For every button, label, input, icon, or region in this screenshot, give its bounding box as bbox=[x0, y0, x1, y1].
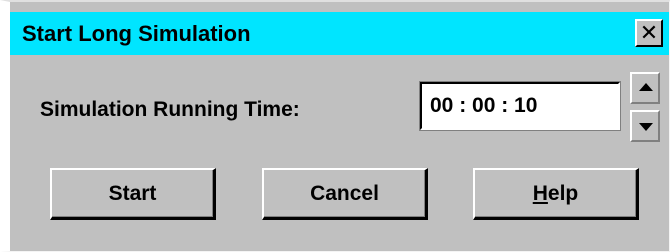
window-title: Start Long Simulation bbox=[22, 21, 251, 46]
close-icon: ✕ bbox=[639, 20, 659, 45]
spin-down-button[interactable] bbox=[630, 110, 660, 142]
help-label-rest: elp bbox=[547, 181, 579, 205]
help-mnemonic: H bbox=[532, 181, 548, 205]
running-time-label: Simulation Running Time: bbox=[40, 98, 300, 121]
title-bar[interactable]: Start Long Simulation ✕ bbox=[10, 12, 669, 55]
close-button[interactable]: ✕ bbox=[635, 19, 663, 47]
help-button[interactable]: Help bbox=[473, 168, 639, 220]
spin-up-button[interactable] bbox=[630, 72, 660, 104]
running-time-input[interactable] bbox=[419, 81, 621, 131]
cancel-button[interactable]: Cancel bbox=[262, 168, 428, 220]
arrow-up-icon bbox=[639, 83, 653, 91]
arrow-down-icon bbox=[639, 123, 653, 131]
simulation-dialog: Start Long Simulation ✕ Simulation Runni… bbox=[0, 0, 670, 252]
start-button[interactable]: Start bbox=[50, 168, 216, 220]
